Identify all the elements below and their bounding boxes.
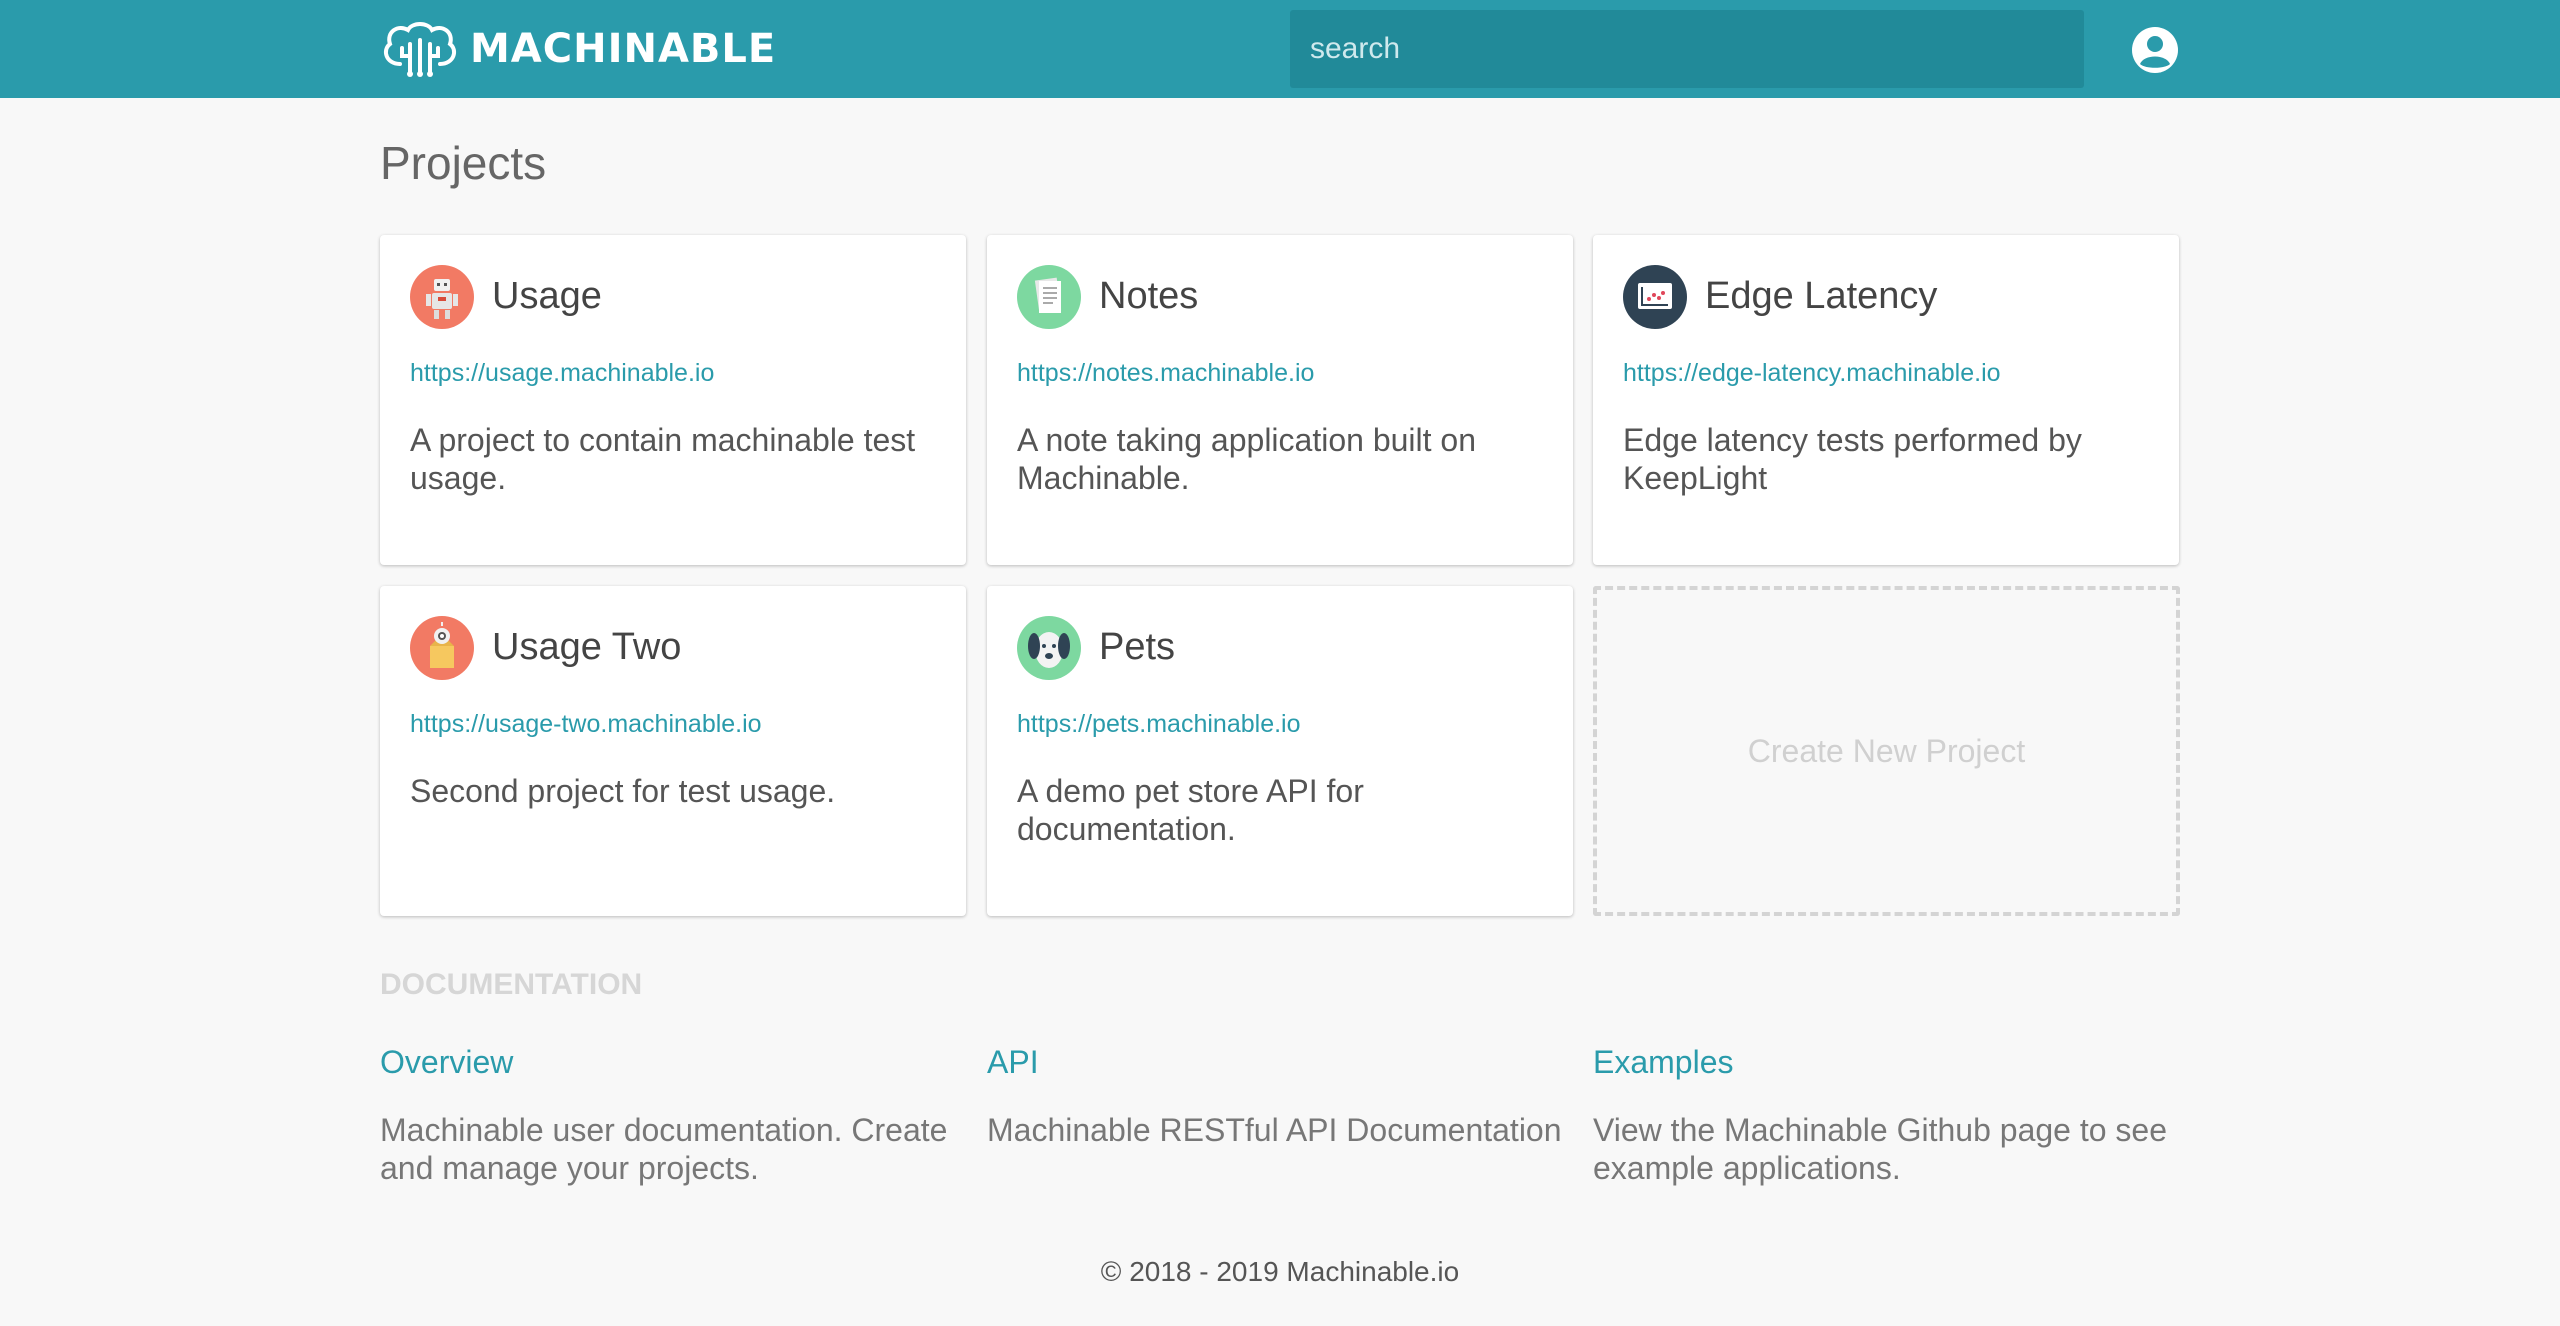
project-description: A note taking application built on Machi… (1017, 422, 1476, 496)
project-name: Pets (1099, 626, 1176, 668)
logo[interactable]: MACHINABLE (380, 20, 776, 78)
doc-link-examples[interactable]: Examples (1593, 1044, 2183, 1081)
robot-icon (410, 265, 474, 329)
footer-copyright: © 2018 - 2019 Machinable.io (1100, 1256, 1460, 1287)
project-description: A project to contain machinable test usa… (410, 422, 916, 496)
chart-icon (1623, 265, 1687, 329)
doc-item-api: API Machinable RESTful API Documentation (987, 1044, 1577, 1149)
doc-link-api[interactable]: API (987, 1044, 1577, 1081)
project-url-link[interactable]: https://notes.machinable.io (1017, 359, 1314, 388)
project-name: Notes (1099, 275, 1199, 317)
account-icon[interactable] (2132, 27, 2178, 73)
project-name: Edge Latency (1705, 275, 1938, 317)
doc-description: Machinable user documentation. Create an… (380, 1112, 948, 1186)
project-url-link[interactable]: https://pets.machinable.io (1017, 710, 1301, 739)
project-card-pets[interactable]: Pets https://pets.machinable.io A demo p… (987, 586, 1573, 916)
project-description: Second project for test usage. (410, 773, 836, 809)
project-url-link[interactable]: https://usage-two.machinable.io (410, 710, 762, 739)
doc-link-overview[interactable]: Overview (380, 1044, 970, 1081)
create-new-project-button[interactable]: Create New Project (1593, 586, 2180, 916)
project-card-edge-latency[interactable]: Edge Latency https://edge-latency.machin… (1593, 235, 2179, 565)
box-robot-icon (410, 616, 474, 680)
project-card-usage-two[interactable]: Usage Two https://usage-two.machinable.i… (380, 586, 966, 916)
notes-icon (1017, 265, 1081, 329)
documentation-heading: DOCUMENTATION (380, 968, 643, 1001)
create-new-project-label: Create New Project (1747, 732, 2026, 769)
project-name: Usage Two (492, 626, 682, 668)
brain-circuit-icon (383, 22, 457, 77)
project-url-link[interactable]: https://edge-latency.machinable.io (1623, 359, 2001, 388)
project-description: Edge latency tests performed by KeepLigh… (1623, 422, 2082, 496)
doc-item-overview: Overview Machinable user documentation. … (380, 1044, 970, 1187)
project-card-notes[interactable]: Notes https://notes.machinable.io A note… (987, 235, 1573, 565)
doc-description: View the Machinable Github page to see e… (1593, 1112, 2168, 1186)
project-description: A demo pet store API for documentation. (1017, 773, 1364, 847)
page-title: Projects (380, 137, 547, 189)
doc-item-examples: Examples View the Machinable Github page… (1593, 1044, 2183, 1187)
project-url-link[interactable]: https://usage.machinable.io (410, 359, 714, 388)
logo-text: MACHINABLE (470, 26, 777, 72)
project-name: Usage (492, 275, 602, 317)
project-card-usage[interactable]: Usage https://usage.machinable.io A proj… (380, 235, 966, 565)
dog-icon (1017, 616, 1081, 680)
doc-description: Machinable RESTful API Documentation (987, 1112, 1562, 1148)
top-navbar: MACHINABLE (0, 0, 2560, 98)
search-input[interactable] (1290, 10, 2084, 88)
